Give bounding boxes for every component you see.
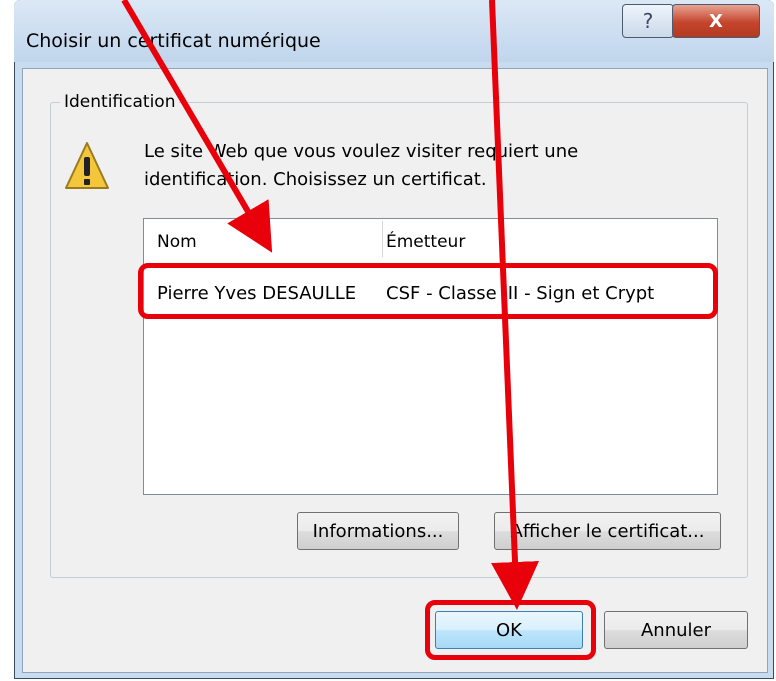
- annotation-arrows: [121, 0, 539, 610]
- arrow-to-certificate: [121, 0, 273, 253]
- arrow-to-ok: [489, 0, 539, 610]
